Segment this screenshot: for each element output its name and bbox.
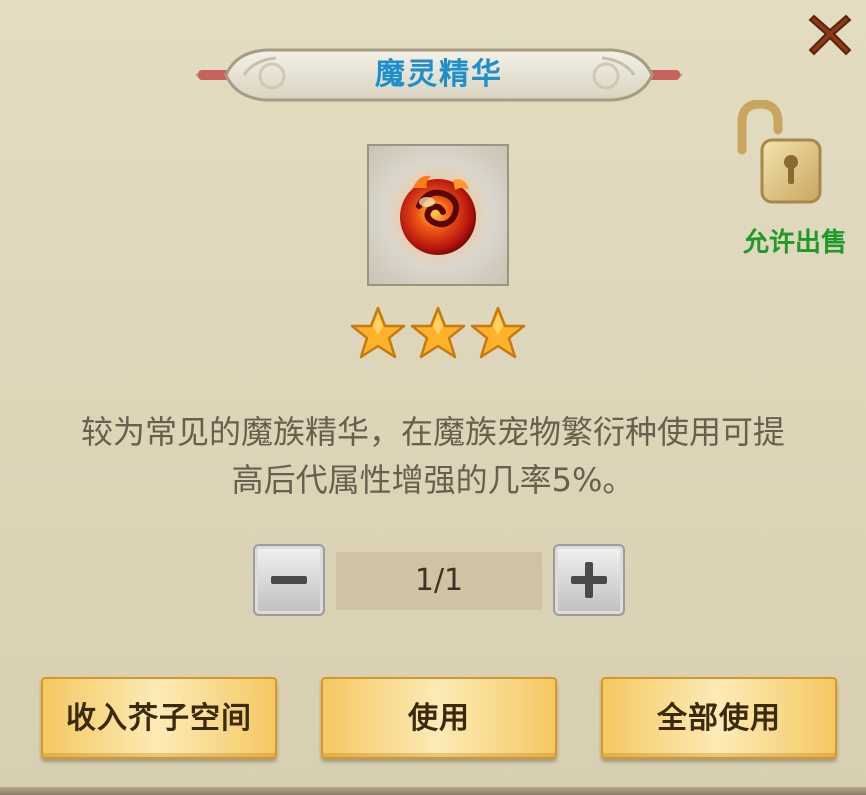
store-to-space-button[interactable]: 收入芥子空间 — [41, 677, 277, 759]
use-button[interactable]: 使用 — [321, 677, 557, 759]
unlock-icon — [737, 99, 822, 204]
sell-status-label: 允许出售 — [742, 228, 847, 258]
bottom-border — [0, 787, 866, 795]
quantity-plus-button[interactable] — [553, 544, 625, 616]
minus-icon — [271, 576, 307, 584]
sell-lock-toggle[interactable] — [734, 99, 824, 210]
close-button[interactable] — [806, 10, 854, 58]
close-icon — [808, 14, 852, 56]
star-icon — [470, 306, 526, 359]
item-icon-frame — [367, 144, 509, 286]
dialog-title: 魔灵精华 — [375, 57, 503, 92]
plus-icon — [571, 562, 607, 598]
title-banner: 魔灵精华 — [196, 46, 682, 104]
item-description: 较为常见的魔族精华，在魔族宠物繁衍种使用可提 高后代属性增强的几率5%。 — [40, 408, 826, 504]
rarity-stars — [348, 305, 528, 361]
use-all-button[interactable]: 全部使用 — [601, 677, 837, 759]
description-line-1: 较为常见的魔族精华，在魔族宠物繁衍种使用可提 — [80, 413, 785, 451]
fire-essence-orb-icon — [386, 163, 490, 267]
item-detail-dialog: 魔灵精华 允许出售 较为常见的魔族精华，在魔族宠物繁衍种使用可提 高后代属性增强… — [0, 0, 866, 795]
star-icon — [410, 306, 466, 359]
star-icon — [350, 306, 406, 359]
quantity-display: 1/1 — [336, 552, 542, 610]
quantity-minus-button[interactable] — [253, 544, 325, 616]
description-line-2: 高后代属性增强的几率5%。 — [231, 461, 635, 499]
